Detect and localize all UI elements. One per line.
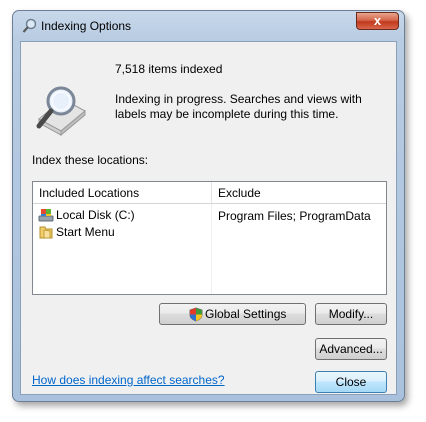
close-button[interactable]: Close [315,371,387,393]
dialog-body: 7,518 items indexed Indexing in progress… [20,41,397,395]
column-divider [211,204,212,294]
title-bar[interactable]: Indexing Options x [13,11,404,41]
location-name: Local Disk (C:) [56,208,135,222]
close-icon: x [373,13,382,28]
global-settings-label: Global Settings [205,307,287,321]
exclude-value: Program Files; ProgramData [218,209,371,223]
items-indexed-count: 7,518 items indexed [115,62,223,76]
window-close-button[interactable]: x [356,12,399,30]
magnifier-icon [22,18,37,33]
indexing-status-message: Indexing in progress. Searches and views… [115,92,362,121]
included-locations-header[interactable]: Included Locations [33,182,212,204]
indexed-locations-table[interactable]: Included Locations Exclude Local Disk (C… [32,181,387,295]
shield-icon [189,307,203,322]
window-title: Indexing Options [41,19,132,33]
modify-button[interactable]: Modify... [315,303,387,325]
global-settings-button[interactable]: Global Settings [159,303,306,325]
indexing-options-window: Indexing Options x 7,518 items indexed I… [12,10,405,402]
folder-icon [39,226,53,239]
exclude-header[interactable]: Exclude [212,182,386,204]
location-name: Start Menu [56,225,115,239]
drive-icon [38,209,54,222]
index-locations-label: Index these locations: [32,153,149,167]
advanced-button[interactable]: Advanced... [315,338,387,360]
help-link[interactable]: How does indexing affect searches? [32,373,225,387]
indexing-magnifier-icon [36,86,86,137]
